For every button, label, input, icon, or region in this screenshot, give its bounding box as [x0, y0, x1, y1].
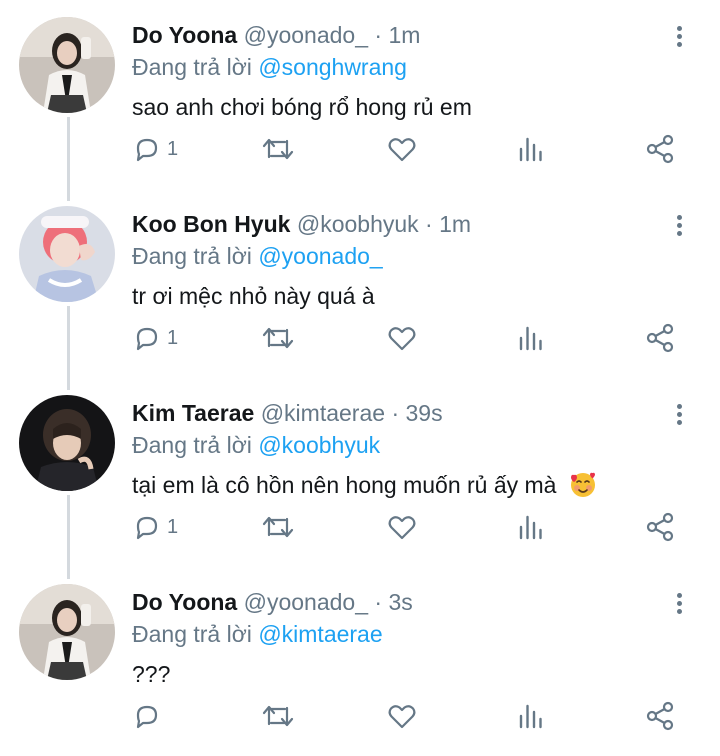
- reply-count: 1: [167, 515, 179, 538]
- reply-icon: [136, 327, 158, 351]
- tweet-actions: 1: [0, 131, 720, 167]
- tweet-actions: 1: [0, 509, 720, 545]
- tweet[interactable]: Koo Bon Hyuk @koobhyuk · 1m Đang trả lời…: [0, 189, 720, 377]
- like-button[interactable]: [387, 698, 417, 734]
- username[interactable]: @koobhyuk: [297, 211, 419, 237]
- mention-link[interactable]: @koobhyuk: [258, 432, 380, 458]
- share-icon: [646, 512, 674, 542]
- replying-to: Đang trả lời @kimtaerae: [132, 618, 383, 650]
- avatar[interactable]: [19, 17, 115, 113]
- like-icon: [388, 705, 416, 729]
- timestamp: · 3s: [374, 589, 413, 615]
- tweet-text: sao anh chơi bóng rổ hong rủ em: [132, 94, 472, 120]
- username[interactable]: @yoonado_: [244, 589, 368, 615]
- avatar[interactable]: [19, 395, 115, 491]
- timestamp: · 1m: [425, 211, 472, 237]
- smiling-face-with-hearts-emoji: [570, 472, 595, 497]
- share-button[interactable]: [645, 509, 675, 545]
- tweet-text: tr ơi mệc nhỏ này quá à: [132, 283, 375, 309]
- reply-button[interactable]: [133, 698, 167, 734]
- like-button[interactable]: [387, 509, 417, 545]
- mention-link[interactable]: @songhwrang: [258, 54, 407, 80]
- share-icon: [646, 134, 674, 164]
- replying-to: Đang trả lời @songhwrang: [132, 51, 407, 83]
- reply-button[interactable]: 1: [133, 320, 178, 356]
- retweet-icon: [262, 516, 294, 538]
- avatar[interactable]: [19, 206, 115, 302]
- analytics-icon: [519, 515, 542, 540]
- retweet-icon: [262, 705, 294, 727]
- retweet-button[interactable]: [261, 320, 295, 356]
- retweet-button[interactable]: [261, 131, 295, 167]
- analytics-icon: [519, 326, 542, 351]
- tweet-actions: [0, 698, 720, 734]
- display-name[interactable]: Kim Taerae: [132, 400, 254, 426]
- more-options-icon[interactable]: [670, 402, 690, 428]
- display-name[interactable]: Do Yoona: [132, 22, 237, 48]
- like-button[interactable]: [387, 131, 417, 167]
- analytics-button[interactable]: [518, 131, 544, 167]
- timestamp: · 1m: [374, 22, 421, 48]
- share-button[interactable]: [645, 698, 675, 734]
- username[interactable]: @kimtaerae: [261, 400, 385, 426]
- replying-to: Đang trả lời @yoonado_: [132, 240, 383, 272]
- more-options-icon[interactable]: [670, 591, 690, 617]
- replying-to-label: Đang trả lời: [132, 243, 252, 269]
- tweet[interactable]: Kim Taerae @kimtaerae · 39s Đang trả lời…: [0, 378, 720, 566]
- analytics-icon: [519, 704, 542, 729]
- display-name[interactable]: Do Yoona: [132, 589, 237, 615]
- mention-link[interactable]: @kimtaerae: [258, 621, 382, 647]
- tweet-text-content: tại em là cô hồn nên hong muốn rủ ấy mà: [132, 472, 557, 498]
- reply-icon: [136, 138, 158, 162]
- timestamp: · 39s: [391, 400, 443, 426]
- reply-icon: [136, 705, 158, 729]
- retweet-icon: [262, 138, 294, 160]
- reply-button[interactable]: 1: [133, 509, 178, 545]
- reply-icon: [136, 516, 158, 540]
- tweet-header: Do Yoona @yoonado_ · 3s: [132, 586, 413, 618]
- like-icon: [388, 327, 416, 351]
- replying-to-label: Đang trả lời: [132, 432, 252, 458]
- more-options-icon[interactable]: [670, 24, 690, 50]
- retweet-button[interactable]: [261, 509, 295, 545]
- tweet-text: ???: [132, 661, 171, 687]
- avatar[interactable]: [19, 584, 115, 680]
- more-options-icon[interactable]: [670, 213, 690, 239]
- retweet-icon: [262, 327, 294, 349]
- display-name[interactable]: Koo Bon Hyuk: [132, 211, 290, 237]
- share-icon: [646, 701, 674, 731]
- replying-to-label: Đang trả lời: [132, 54, 252, 80]
- retweet-button[interactable]: [261, 698, 295, 734]
- reply-count: 1: [167, 326, 179, 349]
- replying-to: Đang trả lời @koobhyuk: [132, 429, 380, 461]
- analytics-button[interactable]: [518, 509, 544, 545]
- like-icon: [388, 138, 416, 162]
- analytics-icon: [519, 137, 542, 162]
- tweet[interactable]: Do Yoona @yoonado_ · 1m Đang trả lời @so…: [0, 0, 720, 188]
- tweet-header: Kim Taerae @kimtaerae · 39s: [132, 397, 443, 429]
- share-button[interactable]: [645, 320, 675, 356]
- tweet[interactable]: Do Yoona @yoonado_ · 3s Đang trả lời @ki…: [0, 567, 720, 755]
- replying-to-label: Đang trả lời: [132, 621, 252, 647]
- analytics-button[interactable]: [518, 320, 544, 356]
- mention-link[interactable]: @yoonado_: [258, 243, 382, 269]
- share-button[interactable]: [645, 131, 675, 167]
- analytics-button[interactable]: [518, 698, 544, 734]
- like-button[interactable]: [387, 320, 417, 356]
- username[interactable]: @yoonado_: [244, 22, 368, 48]
- tweet-header: Do Yoona @yoonado_ · 1m: [132, 19, 420, 51]
- reply-count: 1: [167, 137, 179, 160]
- tweet-actions: 1: [0, 320, 720, 356]
- like-icon: [388, 516, 416, 540]
- tweet-header: Koo Bon Hyuk @koobhyuk · 1m: [132, 208, 471, 240]
- reply-button[interactable]: 1: [133, 131, 178, 167]
- share-icon: [646, 323, 674, 353]
- tweet-text: tại em là cô hồn nên hong muốn rủ ấy mà: [132, 469, 597, 501]
